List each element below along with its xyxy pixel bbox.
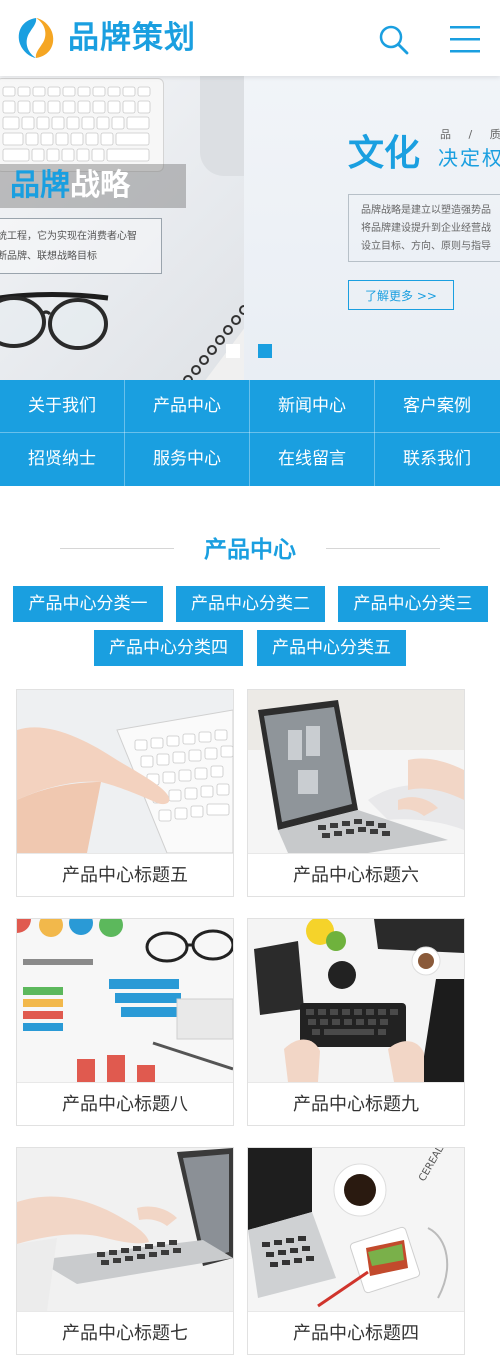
notebook-image [183,305,244,380]
learn-more-button[interactable]: 了解更多 >> [348,280,454,310]
category-button-3[interactable]: 产品中心分类三 [338,586,488,622]
monitor-image [200,76,244,176]
nav-item-careers[interactable]: 招贤纳士 [0,433,124,485]
category-button-4[interactable]: 产品中心分类四 [94,630,243,666]
product-card-title[interactable]: 产品中心标题五 [17,853,233,896]
logo-icon[interactable] [14,16,58,60]
product-card-title[interactable]: 产品中心标题六 [248,853,464,896]
product-card-title[interactable]: 产品中心标题八 [17,1082,233,1125]
glasses-image [0,292,109,350]
search-icon[interactable] [378,24,410,56]
banner-left-textbox: 统工程，它为实现在消费者心智 断品牌、联想战略目标 [0,218,162,274]
category-button-1[interactable]: 产品中心分类一 [13,586,163,622]
products-section-title: 产品中心 [204,537,296,563]
nav-item-products[interactable]: 产品中心 [125,380,249,432]
banner-left-title-part1: 品牌 [10,168,70,203]
banner-slide-left: 品牌战略 统工程，它为实现在消费者心智 断品牌、联想战略目标 [0,76,244,380]
menu-icon[interactable] [448,24,482,54]
nav-item-cases[interactable]: 客户案例 [375,380,499,432]
product-card-title[interactable]: 产品中心标题四 [248,1311,464,1354]
product-card[interactable]: 产品中心标题八 [16,918,234,1126]
banner-right-subtitle: 决定权 [438,146,500,170]
banner-right-small-text: 品 / 质 / [440,128,500,141]
product-card[interactable]: 产品中心标题七 [16,1147,234,1355]
nav-item-message[interactable]: 在线留言 [250,433,374,485]
product-card-title[interactable]: 产品中心标题七 [17,1311,233,1354]
product-card[interactable]: 产品中心标题九 [247,918,465,1126]
header: 品牌策划 [0,0,500,76]
product-card-title[interactable]: 产品中心标题九 [248,1082,464,1125]
banner-slide-right: 文化 品 / 质 / 决定权 品牌战略是建立以塑造强势品 将品牌建设提升到企业经… [244,76,500,380]
banner-right-text-line: 将品牌建设提升到企业经营战 [361,223,491,234]
carousel-dot-2[interactable] [258,344,272,358]
carousel-dot-1[interactable] [226,344,240,358]
nav-item-news[interactable]: 新闻中心 [250,380,374,432]
desk-keyboard-flatlay-photo[interactable] [248,919,464,1082]
section-title-line-right [326,548,440,549]
banner-carousel[interactable]: 品牌战略 统工程，它为实现在消费者心智 断品牌、联想战略目标 文化 品 / 质 … [0,76,500,380]
desk-coffee-sandwich-photo[interactable]: CEREAL [248,1148,464,1311]
banner-left-text-line: 断品牌、联想战略目标 [0,251,97,262]
brand-title[interactable]: 品牌策划 [68,18,196,58]
product-card[interactable]: CEREAL 产品中心标题四 [247,1147,465,1355]
nav-item-service[interactable]: 服务中心 [125,433,249,485]
nav-item-about[interactable]: 关于我们 [0,380,124,432]
charts-and-glasses-photo[interactable] [17,919,233,1082]
laptop-typing-photo[interactable] [248,690,464,853]
banner-left-title-part2: 战略 [70,168,130,203]
nav-item-contact[interactable]: 联系我们 [375,433,499,485]
laptop-hands-photo[interactable] [17,1148,233,1311]
product-card[interactable]: 产品中心标题五 [16,689,234,897]
banner-right-textbox: 品牌战略是建立以塑造强势品 将品牌建设提升到企业经营战 设立目标、方向、原则与指… [348,194,500,262]
banner-right-text-line: 品牌战略是建立以塑造强势品 [361,205,491,216]
banner-left-text-line: 统工程，它为实现在消费者心智 [0,231,137,242]
hand-on-keyboard-photo[interactable] [17,690,233,853]
keyboard-image [0,78,164,172]
banner-right-title: 文化 [348,133,421,174]
main-nav-grid: 关于我们 产品中心 新闻中心 客户案例 招贤纳士 服务中心 在线留言 联系我们 [0,380,500,486]
product-card[interactable]: 产品中心标题六 [247,689,465,897]
category-button-2[interactable]: 产品中心分类二 [176,586,325,622]
banner-left-title: 品牌战略 [10,168,130,204]
category-button-5[interactable]: 产品中心分类五 [257,630,406,666]
banner-right-text-line: 设立目标、方向、原则与指导 [361,241,491,252]
